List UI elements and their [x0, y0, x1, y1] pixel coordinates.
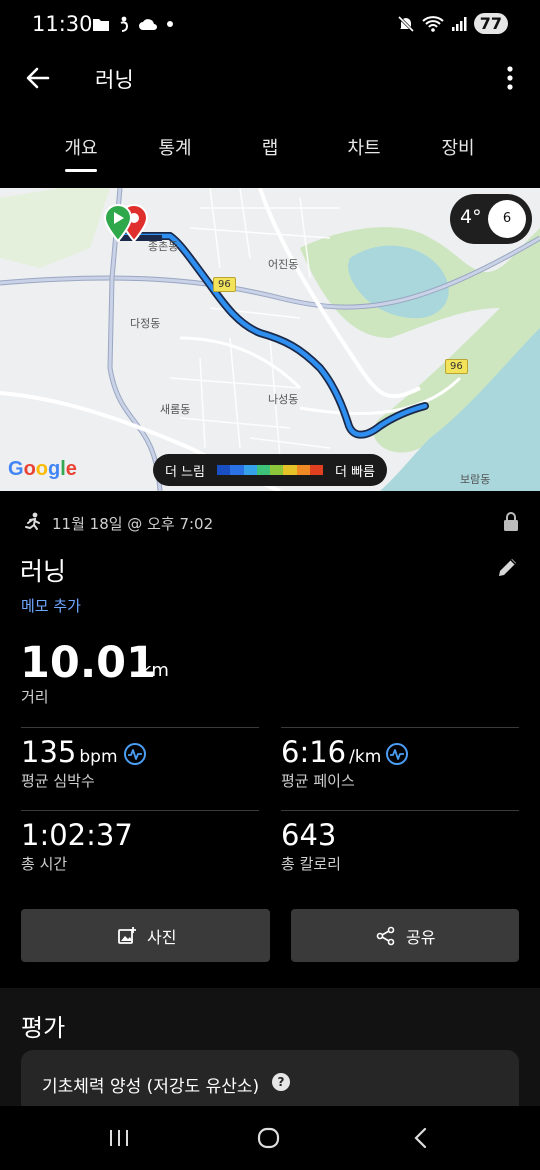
lock-icon[interactable]	[502, 512, 520, 532]
weather-badge: 4° 6	[450, 194, 532, 244]
tab-overview[interactable]: 개요	[41, 134, 121, 172]
dot-icon	[167, 21, 173, 27]
speed-fast-label: 더 빠름	[334, 465, 375, 480]
speed-color-segment	[217, 465, 231, 475]
heart-rate-unit: bpm	[79, 747, 118, 767]
speed-gradient-bar	[217, 465, 323, 475]
pace-value: 6:16	[281, 735, 347, 769]
evaluation-title: 평가	[21, 1014, 66, 1042]
map-label: 다정동	[130, 317, 161, 330]
tab-bar: 개요 통계 랩 차트 장비	[0, 122, 540, 184]
speed-legend: 더 느림 더 빠름	[153, 454, 387, 486]
status-bar: 11:30 77	[0, 0, 540, 52]
tab-laps[interactable]: 랩	[230, 134, 310, 160]
divider	[281, 810, 519, 811]
back-arrow-icon[interactable]	[22, 62, 54, 94]
recent-apps-icon[interactable]	[108, 1128, 130, 1148]
calories-value: 643	[281, 818, 337, 852]
edit-pencil-icon[interactable]	[496, 555, 520, 579]
heart-rate-stat: 135 bpm	[21, 735, 118, 769]
distance-unit: km	[141, 660, 169, 681]
speed-color-segment	[296, 465, 310, 475]
speed-color-segment	[256, 465, 270, 475]
evaluation-section: 평가 기초체력 양성 (저강도 유산소) ?	[0, 988, 540, 1120]
share-button[interactable]: 공유	[291, 909, 519, 962]
page-title: 러닝	[95, 68, 134, 92]
speed-color-segment	[309, 465, 323, 475]
map-label: 보람동	[460, 473, 491, 486]
folder-icon	[93, 18, 109, 31]
activity-icon	[120, 16, 129, 32]
running-icon	[25, 512, 40, 530]
map-label: 새롬동	[160, 403, 191, 416]
distance-value: 10.01	[20, 638, 157, 688]
tab-gear[interactable]: 장비	[418, 134, 498, 160]
heart-rate-value: 135	[21, 735, 77, 769]
google-logo: Google	[8, 458, 77, 480]
wind-dial: 6	[488, 200, 526, 238]
route-map[interactable]: 종촌동 어진동 다정동 새롬동 나성동 보람동 96 96 4° 6 Googl…	[0, 188, 540, 491]
heart-rate-zone-icon[interactable]	[123, 742, 147, 766]
tab-charts[interactable]: 차트	[324, 134, 404, 160]
map-label: 종촌동	[148, 240, 179, 253]
add-memo-link[interactable]: 메모 추가	[21, 595, 81, 616]
add-photo-button[interactable]: 사진	[21, 909, 270, 962]
speed-slow-label: 더 느림	[165, 465, 206, 480]
home-icon[interactable]	[257, 1127, 281, 1149]
add-photo-label: 사진	[147, 928, 177, 947]
distance-label: 거리	[21, 688, 49, 706]
training-effect-title: 기초체력 양성 (저강도 유산소)	[42, 1077, 260, 1097]
add-photo-icon	[118, 927, 136, 944]
speed-color-segment	[230, 465, 244, 475]
more-options-icon[interactable]	[500, 64, 520, 92]
heart-rate-label: 평균 심박수	[21, 772, 95, 790]
help-icon[interactable]: ?	[272, 1073, 290, 1091]
total-time-label: 총 시간	[21, 855, 68, 873]
map-label: 나성동	[268, 393, 299, 406]
weather-temp: 4°	[460, 206, 482, 228]
activity-meta: 11월 18일 @ 오후 7:02	[22, 512, 522, 536]
battery-badge: 77	[473, 13, 508, 34]
road-number-badge: 96	[213, 277, 236, 292]
speed-color-segment	[283, 465, 297, 475]
divider	[21, 810, 259, 811]
signal-icon	[451, 16, 467, 31]
calories-label: 총 칼로리	[281, 855, 341, 873]
pace-label: 평균 페이스	[281, 772, 355, 790]
share-icon	[376, 926, 395, 946]
mute-icon	[397, 15, 414, 32]
system-nav-bar	[0, 1106, 540, 1170]
app-bar: 러닝	[0, 52, 540, 104]
share-label: 공유	[406, 928, 436, 947]
start-marker-icon	[103, 204, 133, 242]
status-time: 11:30	[32, 12, 93, 36]
speed-color-segment	[243, 465, 257, 475]
map-label: 어진동	[268, 258, 299, 271]
divider	[281, 727, 519, 728]
tab-statistics[interactable]: 통계	[135, 134, 215, 160]
wifi-icon	[422, 15, 444, 32]
pace-chart-icon[interactable]	[385, 742, 409, 766]
total-time-value: 1:02:37	[21, 818, 133, 852]
pace-unit: /km	[349, 747, 382, 767]
activity-name: 러닝	[20, 557, 67, 586]
pace-stat: 6:16/km	[281, 735, 381, 769]
speed-color-segment	[270, 465, 284, 475]
back-nav-icon[interactable]	[411, 1127, 429, 1149]
cloud-icon	[139, 19, 157, 30]
activity-date: 11월 18일 @ 오후 7:02	[52, 515, 214, 533]
divider	[21, 727, 259, 728]
road-number-badge: 96	[445, 359, 468, 374]
